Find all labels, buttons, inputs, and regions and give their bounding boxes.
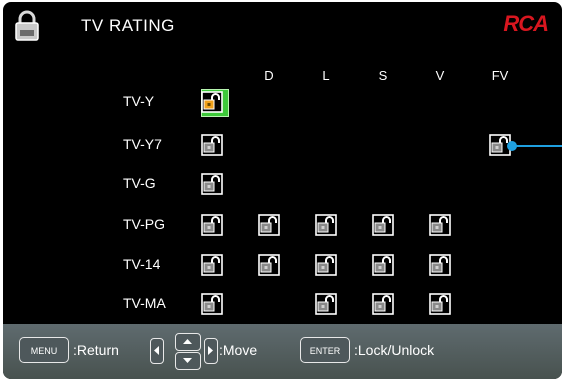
rating-row-label-tv-14: TV-14	[123, 256, 161, 272]
lock-icon[interactable]	[372, 293, 394, 315]
rating-row-label-tv-ma: TV-MA	[123, 295, 166, 311]
lock-icon[interactable]	[201, 293, 223, 315]
menu-key[interactable]: MENU	[19, 337, 69, 363]
lock-icon[interactable]	[201, 134, 223, 156]
lock-icon[interactable]	[315, 293, 337, 315]
column-header-s: S	[378, 68, 388, 83]
column-header-d: D	[264, 68, 274, 83]
column-header-l: L	[322, 68, 330, 83]
column-header-v: V	[435, 68, 445, 83]
move-hint: :Move	[219, 342, 258, 358]
pointer-dot	[507, 141, 517, 151]
footer-bar: MENU :Return :Move ENTER :Lock/Unlock	[3, 324, 562, 379]
header: TV RATING RCA	[3, 2, 562, 50]
lock-icon[interactable]	[429, 254, 451, 276]
pointer-line	[512, 145, 562, 147]
column-header-fv: FV	[491, 68, 509, 83]
lock-icon	[14, 10, 40, 42]
lock-unlock-hint: :Lock/Unlock	[354, 342, 435, 358]
brand-logo: RCA	[503, 11, 549, 36]
lock-icon[interactable]	[372, 254, 394, 276]
tv-rating-screen: TV RATING RCA MENU :Return :Move ENTER :…	[3, 2, 562, 379]
lock-icon[interactable]	[372, 214, 394, 236]
left-arrow-key[interactable]	[150, 338, 164, 364]
right-arrow-key[interactable]	[204, 338, 218, 364]
rating-row-label-tv-y7: TV-Y7	[123, 136, 162, 152]
lock-icon[interactable]	[201, 173, 223, 195]
lock-icon[interactable]	[429, 214, 451, 236]
rating-row-label-tv-pg: TV-PG	[123, 216, 166, 232]
page-title: TV RATING	[81, 16, 175, 35]
menu-hint: :Return	[73, 342, 119, 358]
enter-key[interactable]: ENTER	[300, 337, 350, 363]
lock-icon[interactable]	[201, 91, 223, 113]
lock-icon[interactable]	[315, 254, 337, 276]
lock-icon[interactable]	[315, 214, 337, 236]
rating-row-label-tv-y: TV-Y	[123, 93, 155, 109]
lock-icon[interactable]	[201, 214, 223, 236]
up-arrow-key[interactable]	[175, 333, 201, 351]
lock-icon[interactable]	[201, 254, 223, 276]
lock-icon[interactable]	[258, 214, 280, 236]
down-arrow-key[interactable]	[175, 352, 201, 370]
rating-row-label-tv-g: TV-G	[123, 175, 156, 191]
lock-icon[interactable]	[429, 293, 451, 315]
lock-icon[interactable]	[258, 254, 280, 276]
